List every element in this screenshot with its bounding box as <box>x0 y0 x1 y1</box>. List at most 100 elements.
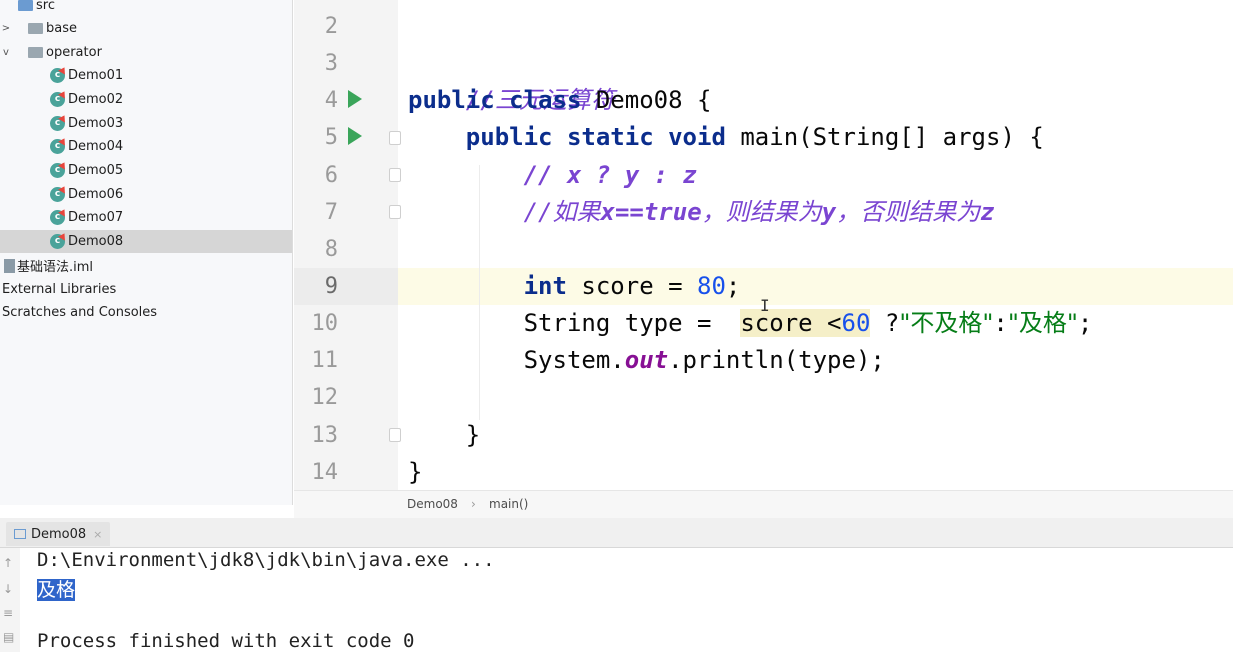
code-keyword: class <box>509 86 582 114</box>
console-toolbar: ↑ ↓ ≡ ▤ <box>0 548 20 652</box>
java-class-icon: c <box>50 139 65 154</box>
chevron-down-icon[interactable]: v <box>0 47 12 58</box>
tree-item-base[interactable]: > base <box>0 17 292 40</box>
code-text: Demo08 { <box>595 86 712 114</box>
tree-item-label: Demo01 <box>68 68 124 83</box>
line-number: 10 <box>311 311 339 336</box>
tree-item-label: Demo05 <box>68 163 124 178</box>
fold-icon[interactable] <box>389 168 401 182</box>
tree-item-scratches[interactable]: Scratches and Consoles <box>0 301 292 324</box>
code-comment: //如果 <box>523 198 601 226</box>
code-line-7: //如果x==true，则结果为y，否则结果为z <box>408 194 995 231</box>
run-console[interactable]: ↑ ↓ ≡ ▤ D:\Environment\jdk8\jdk\bin\java… <box>0 548 1233 652</box>
arrow-down-icon[interactable]: ↓ <box>3 582 13 596</box>
java-class-icon: c <box>50 210 65 225</box>
line-number: 11 <box>311 348 339 373</box>
tree-item-external-libraries[interactable]: External Libraries <box>0 278 292 301</box>
run-tab-demo08[interactable]: Demo08 × <box>6 522 111 546</box>
code-line-4: public class Demo08 { <box>408 82 711 119</box>
code-editor[interactable]: 2 3 4 5 6 7 8 9 10 11 12 13 14 //三元运算符 p… <box>294 0 1233 490</box>
tree-item-label: 基础语法.iml <box>17 260 94 275</box>
tree-item-label: Demo02 <box>68 92 124 107</box>
chevron-right-icon[interactable]: > <box>0 23 12 34</box>
code-line-6: // x ? y : z <box>408 157 697 194</box>
folder-icon <box>28 47 43 58</box>
run-class-icon[interactable] <box>348 90 362 108</box>
java-class-icon: c <box>50 68 65 83</box>
tree-item-operator[interactable]: v operator <box>0 41 292 64</box>
code-line-5: public static void main(String[] args) { <box>408 119 1044 156</box>
code-string: "及格" <box>1007 309 1078 337</box>
print-icon[interactable]: ▤ <box>3 630 14 644</box>
java-class-icon: c <box>50 116 65 131</box>
breadcrumb-separator: › <box>471 497 476 511</box>
tree-item-demo01[interactable]: c Demo01 <box>0 64 292 87</box>
tree-item-src[interactable]: src <box>0 0 292 17</box>
code-comment: // x ? y : z <box>523 161 697 189</box>
run-tab-label: Demo08 <box>31 526 87 542</box>
fold-icon[interactable] <box>389 205 401 219</box>
tree-item-demo05[interactable]: c Demo05 <box>0 159 292 182</box>
code-keyword: public <box>465 123 553 151</box>
code-text: ; <box>1077 309 1093 337</box>
run-method-icon[interactable] <box>348 127 362 145</box>
tree-item-label: src <box>36 0 55 13</box>
code-text: ; <box>725 272 741 300</box>
code-text: System. <box>523 346 625 374</box>
fold-icon[interactable] <box>389 428 401 442</box>
tree-item-demo08[interactable]: c Demo08 <box>0 230 292 253</box>
code-line-13: } <box>408 417 480 454</box>
tree-item-label: operator <box>46 45 102 60</box>
tree-item-label: Demo04 <box>68 139 124 154</box>
line-number: 7 <box>324 200 338 225</box>
code-number: 80 <box>697 272 726 300</box>
code-line-9: int score = 80; <box>408 268 741 305</box>
folder-icon <box>18 0 33 11</box>
tree-item-demo02[interactable]: c Demo02 <box>0 88 292 111</box>
code-text: : <box>993 309 1008 337</box>
line-number: 6 <box>324 163 338 188</box>
tree-item-demo03[interactable]: c Demo03 <box>0 112 292 135</box>
code-text: score = <box>581 272 697 300</box>
tree-item-label: Demo03 <box>68 116 124 131</box>
tree-item-label: Demo08 <box>68 234 124 249</box>
code-keyword: static <box>566 123 654 151</box>
fold-icon[interactable] <box>389 131 401 145</box>
run-tool-window-tabs: Demo08 × <box>0 518 1233 548</box>
tree-item-demo06[interactable]: c Demo06 <box>0 183 292 206</box>
tree-item-label: Scratches and Consoles <box>2 305 158 320</box>
code-text: String type = <box>523 309 726 337</box>
code-comment: ，则结果为 <box>701 198 822 226</box>
tree-item-demo04[interactable]: c Demo04 <box>0 135 292 158</box>
line-number: 3 <box>324 51 338 76</box>
wrap-lines-icon[interactable]: ≡ <box>3 606 13 620</box>
folder-icon <box>28 23 43 34</box>
java-class-icon: c <box>50 234 65 249</box>
code-comment: ，否则结果为 <box>836 198 981 226</box>
code-line-10: String type = score <60 ?"不及格":"及格"; <box>408 305 1092 342</box>
console-output-line: 及格 <box>37 575 76 602</box>
code-field: out <box>624 346 669 374</box>
breadcrumb-item-class[interactable]: Demo08 <box>407 497 458 511</box>
tree-item-label: Demo06 <box>68 187 124 202</box>
code-line-3: //三元运算符 <box>408 45 615 114</box>
iml-file-icon <box>4 258 15 273</box>
console-output-selected: 及格 <box>37 579 76 601</box>
breadcrumb-item-method[interactable]: main() <box>489 497 528 511</box>
code-number: 60 <box>841 309 871 337</box>
tree-item-iml[interactable]: 基础语法.iml <box>0 254 292 277</box>
close-icon[interactable]: × <box>93 528 102 541</box>
tree-item-demo07[interactable]: c Demo07 <box>0 206 292 229</box>
tree-item-label: External Libraries <box>2 282 117 297</box>
java-class-icon: c <box>50 163 65 178</box>
code-line-11: System.out.println(type); <box>408 342 885 379</box>
line-number: 4 <box>324 88 338 113</box>
java-class-icon: c <box>50 187 65 202</box>
arrow-up-icon[interactable]: ↑ <box>3 556 13 570</box>
line-number: 14 <box>311 460 339 485</box>
code-keyword: public <box>408 86 495 114</box>
run-config-icon <box>14 529 26 539</box>
code-text: .println(type); <box>668 346 885 374</box>
java-class-icon: c <box>50 92 65 107</box>
line-number: 5 <box>324 125 338 150</box>
